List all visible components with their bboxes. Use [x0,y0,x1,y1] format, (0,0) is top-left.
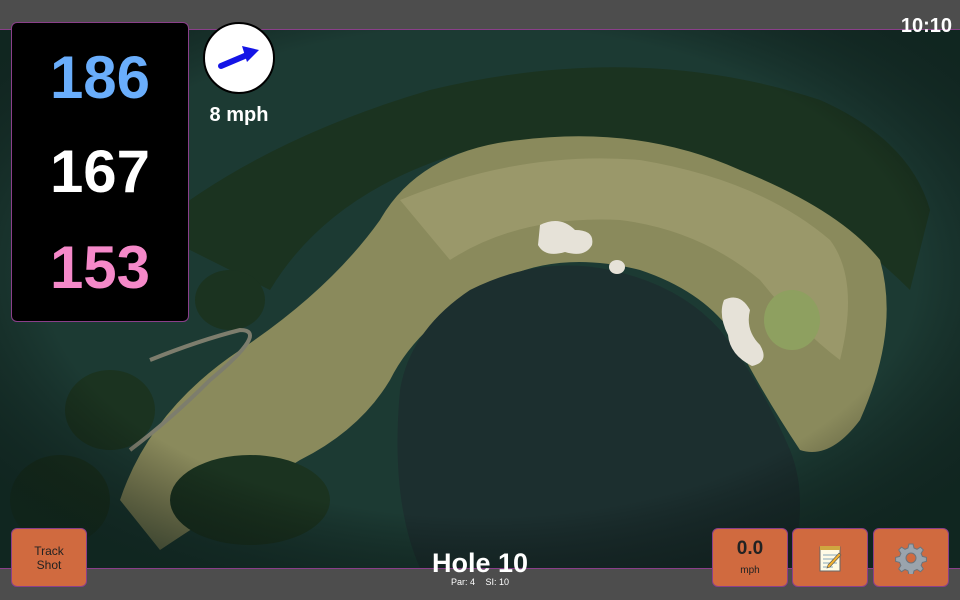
track-shot-label: Track Shot [34,543,64,572]
hole-stroke-index: SI: 10 [485,577,510,587]
speed-button[interactable]: 0.0 mph [712,528,788,587]
wind-speed: 8 mph [209,104,269,126]
wind-arrow-icon [218,46,259,69]
notepad-icon [819,545,842,571]
middle-distance: 167 [49,138,151,205]
speed-unit: mph [740,565,760,576]
speed-value: 0.0 [736,538,764,559]
front-distance: 153 [49,234,151,301]
hole-par: Par: 4 [450,577,475,587]
settings-button[interactable] [873,528,949,587]
clock: 10:10 [900,15,952,37]
back-distance: 186 [49,44,151,111]
distance-panel: 186 167 153 [11,22,189,322]
hole-title: Hole 10 [431,548,529,578]
notes-button[interactable] [792,528,868,587]
wind-direction-indicator [203,22,275,94]
track-shot-button[interactable]: Track Shot [11,528,87,587]
gear-icon [895,543,927,574]
hole-info: Par: 4 SI: 10 [380,577,580,587]
